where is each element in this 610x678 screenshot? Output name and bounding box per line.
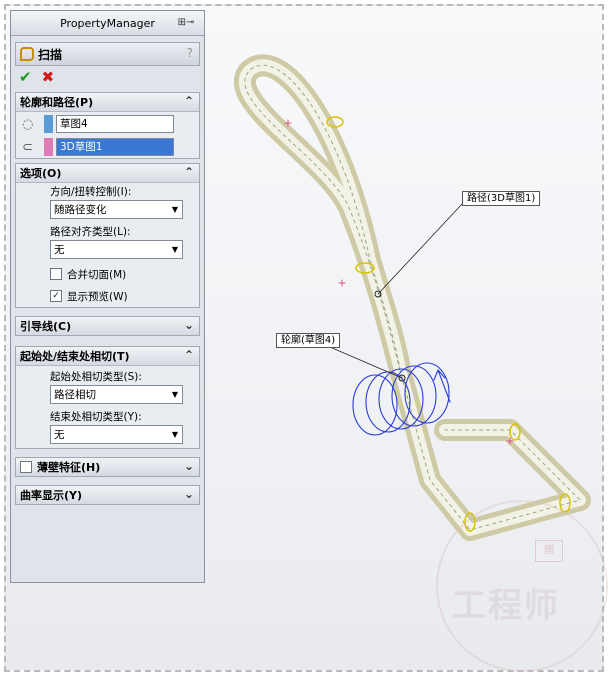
align-dropdown[interactable]: 无 ▼ [50,240,183,259]
checkbox-box[interactable] [20,461,32,473]
end-tangency-value: 无 [54,429,65,441]
profile-selector-icon: ◌ [22,116,34,132]
curvature-display-header[interactable]: 曲率显示(Y) ⌄ [16,486,199,504]
dropdown-arrow-icon: ▼ [171,390,178,399]
orientation-value: 随路径变化 [54,204,107,216]
action-buttons: ✔ ✖ [11,66,204,88]
guide-curves-header-label: 引导线(C) [20,320,72,333]
panel-title: PropertyManager [60,16,155,30]
checkbox-box[interactable] [50,268,62,280]
guide-curves-group: 引导线(C) ⌄ [15,316,200,336]
path-select-box[interactable]: 3D草图1 [56,137,174,156]
thin-feature-group: 薄壁特征(H) ⌄ [15,457,200,477]
ok-button[interactable]: ✔ [19,68,32,86]
start-tangency-dropdown[interactable]: 路径相切 ▼ [50,385,183,404]
path-selector-icon: ⊂ [22,139,33,155]
path-row: ⊂ 3D草图1 [16,135,199,158]
show-preview-label: 显示预览(W) [67,290,128,303]
dropdown-arrow-icon: ▼ [171,430,178,439]
feature-name: 扫描 [38,47,63,62]
merge-faces-checkbox[interactable]: 合并切面(M) [16,263,199,285]
options-header-label: 选项(O) [20,167,62,180]
panel-title-bar: PropertyManager ⊞⊸ [11,11,204,36]
expand-icon[interactable]: ⌄ [184,459,194,473]
collapse-icon[interactable]: ⌃ [184,165,194,179]
tangency-header[interactable]: 起始处/结束处相切(T) ⌃ [16,347,199,366]
dropdown-arrow-icon: ▼ [171,245,178,254]
profile-row: ◌ 草图4 [16,112,199,135]
watermark-text: 工程师 [452,586,560,626]
profile-path-header-label: 轮廓和路径(P) [20,96,94,109]
sweep-tube-outline [234,54,591,541]
thin-feature-header-label: 薄壁特征(H) [37,461,101,474]
orientation-label: 方向/扭转控制(I): [50,186,132,198]
collapse-icon[interactable]: ⌃ [184,348,194,362]
cancel-button[interactable]: ✖ [42,68,55,86]
sweep-icon [20,47,34,61]
expand-icon[interactable]: ⌄ [184,487,194,501]
watermark-seal: 國 [535,540,563,562]
profile-color-swatch [44,114,53,133]
curvature-display-group: 曲率显示(Y) ⌄ [15,485,200,505]
path-callout-leader [377,203,463,295]
feature-header: 扫描 ? [15,42,200,66]
options-header[interactable]: 选项(O) ⌃ [16,164,199,183]
path-color-swatch [44,137,53,156]
thin-feature-header[interactable]: 薄壁特征(H) ⌄ [16,458,199,476]
align-value: 无 [54,244,65,256]
show-preview-checkbox[interactable]: ✓ 显示预览(W) [16,285,199,307]
tangency-group: 起始处/结束处相切(T) ⌃ 起始处相切类型(S): 路径相切 ▼ 结束处相切类… [15,346,200,449]
profile-callout[interactable]: 轮廓(草图4) [276,333,341,348]
expand-icon[interactable]: ⌄ [184,318,194,332]
profile-select-box[interactable]: 草图4 [56,114,174,133]
align-label: 路径对齐类型(L): [50,226,131,238]
path-callout[interactable]: 路径(3D草图1) [462,191,541,206]
help-icon[interactable]: ? [187,46,193,60]
profile-path-group: 轮廓和路径(P) ⌃ ◌ 草图4 ⊂ 3D草图1 [15,92,200,159]
end-tangency-label: 结束处相切类型(Y): [50,411,142,423]
merge-faces-label: 合并切面(M) [67,268,127,281]
start-tangency-value: 路径相切 [54,389,96,401]
end-tangency-dropdown[interactable]: 无 ▼ [50,425,183,444]
start-tangency-label: 起始处相切类型(S): [50,371,142,383]
pin-icon[interactable]: ⊞⊸ [174,16,198,29]
center-mark [338,279,346,287]
guide-curves-header[interactable]: 引导线(C) ⌄ [16,317,199,335]
tangency-header-label: 起始处/结束处相切(T) [20,350,130,363]
property-manager-panel: PropertyManager ⊞⊸ 扫描 ? ✔ ✖ 轮廓和路径(P) ⌃ ◌… [10,10,205,583]
curvature-display-header-label: 曲率显示(Y) [20,489,83,502]
profile-path-header[interactable]: 轮廓和路径(P) ⌃ [16,93,199,112]
checkbox-box[interactable]: ✓ [50,290,62,302]
dropdown-arrow-icon: ▼ [171,205,178,214]
orientation-dropdown[interactable]: 随路径变化 ▼ [50,200,183,219]
collapse-icon[interactable]: ⌃ [184,94,194,108]
options-group: 选项(O) ⌃ 方向/扭转控制(I): 随路径变化 ▼ 路径对齐类型(L): 无… [15,163,200,308]
